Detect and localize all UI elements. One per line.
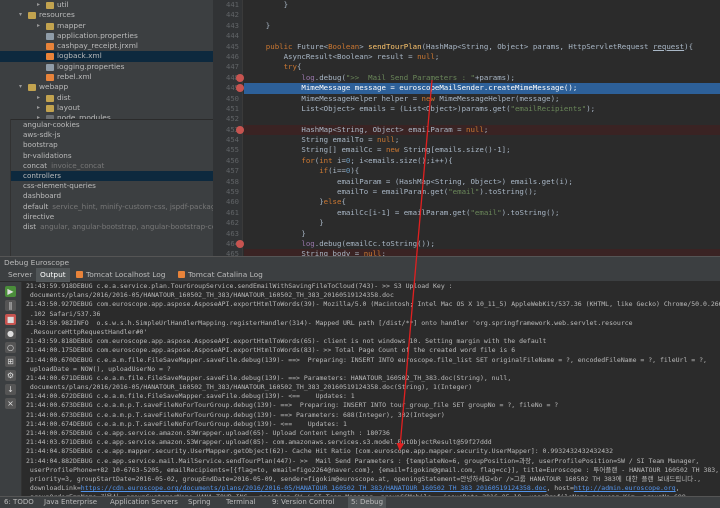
annotation-arrow bbox=[396, 79, 433, 451]
